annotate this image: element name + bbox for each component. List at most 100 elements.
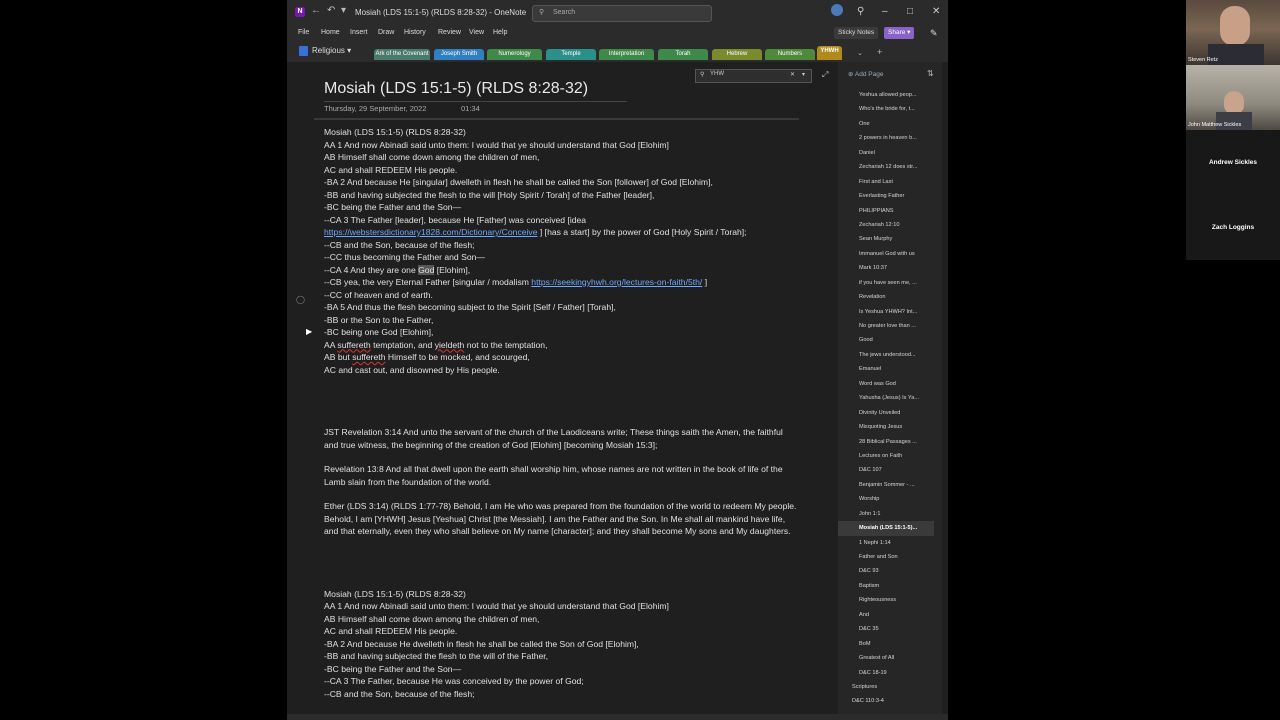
notebook-selector[interactable]: Religious ▾ [299, 46, 351, 56]
minimize-icon[interactable]: – [882, 6, 888, 17]
page-list-item[interactable]: Yeshua allowed peop... [838, 88, 934, 102]
page-list-item[interactable]: No greater love than ... [838, 319, 934, 333]
text-line: --CC thus becoming the Father and Son— [324, 252, 485, 262]
page-list-item[interactable]: Scriptures [838, 680, 934, 694]
menu-view[interactable]: View [469, 29, 484, 36]
page-list-item[interactable]: Emanuel [838, 362, 934, 376]
page-list-item[interactable]: D&C 18-19 [838, 666, 934, 680]
page-list-item[interactable]: Righteousness [838, 593, 934, 607]
menu-draw[interactable]: Draw [378, 29, 394, 36]
page-list-item[interactable]: Revelation [838, 290, 934, 304]
tab-joseph-smith[interactable]: Joseph Smith [434, 49, 484, 60]
page-list-item[interactable]: Lectures on Faith [838, 449, 934, 463]
page-list-item[interactable]: Benjamin Sommer - ... [838, 478, 934, 492]
page-list-item[interactable]: And [838, 608, 934, 622]
paragraph-handle-icon[interactable]: ◯ [296, 295, 305, 304]
search-placeholder: Search [553, 9, 576, 16]
page-list-item[interactable]: Misquoting Jesus [838, 420, 934, 434]
pen-icon[interactable]: ✎ [930, 28, 938, 39]
page-list-item[interactable]: Zechariah 12:10 [838, 218, 934, 232]
search-input[interactable]: ⚲ Search [532, 5, 712, 22]
page-list-item[interactable]: 1 Nephi 1:14 [838, 536, 934, 550]
tab-numerology[interactable]: Numerology [487, 49, 542, 60]
page-list-item[interactable]: Who's the bride for, t... [838, 102, 934, 116]
menu-review[interactable]: Review [438, 29, 461, 36]
tab-numbers[interactable]: Numbers [765, 49, 815, 60]
page-canvas[interactable]: ⚲ YHW ✕ ▾ ⤢ Mosiah (LDS 15:1-5) (RLDS 8:… [292, 62, 837, 714]
page-list-item[interactable]: Worship [838, 492, 934, 506]
tab-temple[interactable]: Temple [546, 49, 596, 60]
text-line: Mosiah (LDS 15:1-5) (RLDS 8:28-32) [324, 127, 466, 137]
text-line: AB Himself shall come down among the chi… [324, 152, 540, 162]
page-list-item[interactable]: BoM [838, 637, 934, 651]
page-list-item[interactable]: Immanuel God with us [838, 247, 934, 261]
page-list-item[interactable]: PHILIPPIANS [838, 204, 934, 218]
page-list-item[interactable]: Baptism [838, 579, 934, 593]
participant-tile-1[interactable]: Steven Retz [1186, 0, 1280, 65]
sticky-notes-button[interactable]: Sticky Notes [834, 27, 879, 39]
undo-icon[interactable]: ↶ [327, 5, 335, 16]
page-list-item[interactable]: The jews understood... [838, 348, 934, 362]
share-button[interactable]: Share ▾ [884, 27, 915, 39]
page-list-item[interactable]: Mosiah (LDS 15:1-5)... [838, 521, 934, 536]
menu-help[interactable]: Help [493, 29, 507, 36]
page-list-item[interactable]: Sean Murphy [838, 232, 934, 246]
page-list-item[interactable]: Is Yeshua YHWH? Int... [838, 305, 934, 319]
note-content[interactable]: Mosiah (LDS 15:1-5) (RLDS 8:28-32) AA 1 A… [324, 126, 799, 700]
maximize-icon[interactable]: □ [907, 6, 913, 17]
find-options-icon[interactable]: ▾ [802, 71, 805, 78]
add-page-button[interactable]: ⊕ Add Page [848, 70, 883, 78]
lectures-on-faith-link[interactable]: https://seekingyhwh.org/lectures-on-fait… [531, 277, 702, 287]
page-list-item[interactable]: Yahusha (Jesus) Is Ya... [838, 391, 934, 405]
page-list-item[interactable]: Word was God [838, 377, 934, 391]
section-overflow-icon[interactable]: ⌄ [857, 49, 863, 57]
participant-tile-2[interactable]: John Matthew Sickles [1186, 65, 1280, 130]
page-list-item[interactable]: John 1:1 [838, 507, 934, 521]
page-list-item[interactable]: D&C 35 [838, 622, 934, 636]
back-icon[interactable]: ← [311, 5, 321, 16]
page-title[interactable]: Mosiah (LDS 15:1-5) (RLDS 8:28-32) [324, 80, 588, 98]
paragraph-ether: Ether (LDS 3:14) (RLDS 1:77-78) Behold, … [324, 501, 797, 536]
text-line: -BA 2 And because He dwelleth in flesh h… [324, 638, 639, 649]
page-list-item[interactable]: 2 powers in heaven b... [838, 131, 934, 145]
page-list-item[interactable]: 28 Biblical Passages ... [838, 435, 934, 449]
onenote-app-icon: N [295, 7, 305, 17]
text-line: -BC being one God [Elohim], [324, 327, 434, 337]
sort-icon[interactable]: ⇅ [927, 69, 934, 78]
page-list-item[interactable]: if you have seen me, ... [838, 276, 934, 290]
add-page-label: Add Page [854, 71, 884, 78]
page-list-item[interactable]: Everlasting Father [838, 189, 934, 203]
clear-find-icon[interactable]: ✕ [790, 71, 795, 78]
tab-ark-of-the-covenant[interactable]: Ark of the Covenant [374, 49, 430, 60]
page-list-item[interactable]: Divinity Unveiled [838, 406, 934, 420]
find-input[interactable]: ⚲ YHW ✕ ▾ [695, 69, 812, 83]
tab-yhwh[interactable]: YHWH [817, 46, 842, 60]
page-list-item[interactable]: D&C 110:3-4 [838, 694, 934, 708]
page-list-item[interactable]: First and Last [838, 175, 934, 189]
page-list-item[interactable]: Mark 10:37 [838, 261, 934, 275]
add-section-icon[interactable]: + [877, 47, 882, 57]
page-list-item[interactable]: Father and Son [838, 550, 934, 564]
menu-home[interactable]: Home [321, 29, 340, 36]
page-list-item[interactable]: Daniel [838, 146, 934, 160]
page-list-item[interactable]: D&C 93 [838, 564, 934, 578]
page-list-item[interactable]: Greatest of All [838, 651, 934, 665]
tab-torah[interactable]: Torah [658, 49, 708, 60]
menu-history[interactable]: History [404, 29, 426, 36]
page-list-item[interactable]: Zechariah 12 does str... [838, 160, 934, 174]
account-avatar[interactable] [831, 4, 843, 16]
lightbulb-icon[interactable]: ⚲ [857, 6, 864, 17]
quick-access-dropdown-icon[interactable]: ▾ [341, 5, 346, 16]
expand-icon[interactable]: ⤢ [822, 70, 828, 80]
text-line: --CA 3 The Father, because He was concei… [324, 676, 584, 686]
menu-file[interactable]: File [298, 29, 309, 36]
page-list-item[interactable]: Good [838, 333, 934, 347]
conceive-link[interactable]: https://webstersdictionary1828.com/Dicti… [324, 227, 538, 237]
page-list-item[interactable]: D&C 107 [838, 463, 934, 477]
menu-bar: File Home Insert Draw History Review Vie… [287, 25, 948, 42]
close-icon[interactable]: ✕ [932, 6, 940, 17]
menu-insert[interactable]: Insert [350, 29, 368, 36]
tab-hebrew[interactable]: Hebrew [712, 49, 762, 60]
page-list-item[interactable]: One [838, 117, 934, 131]
tab-interpretation[interactable]: Interpretation [599, 49, 654, 60]
